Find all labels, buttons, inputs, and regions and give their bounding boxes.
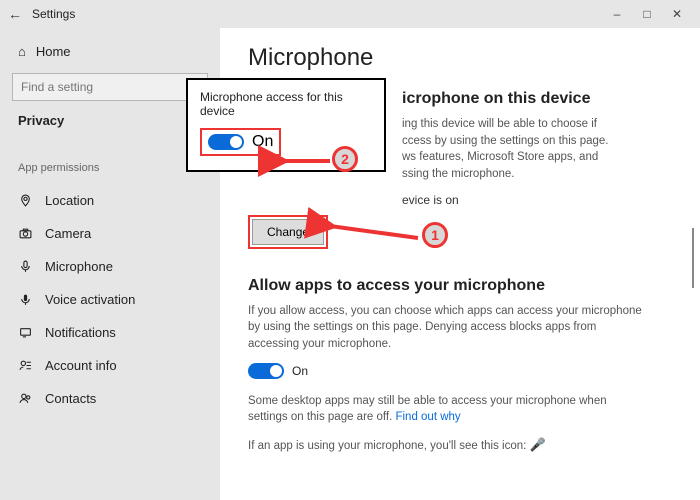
camera-icon [18, 227, 33, 240]
sidebar-item-label: Account info [45, 358, 117, 373]
annotation-arrow-1 [322, 222, 422, 253]
annotation-step-1: 1 [422, 222, 448, 248]
sidebar-item-label: Voice activation [45, 292, 135, 307]
section2-body: If you allow access, you can choose whic… [248, 303, 648, 353]
device-access-status: evice is on [402, 193, 672, 207]
using-mic-note: If an app is using your microphone, you'… [248, 436, 648, 455]
sidebar-item-notifications[interactable]: Notifications [0, 316, 220, 349]
sidebar-item-label: Contacts [45, 391, 96, 406]
microphone-status-icon: 🎤 [530, 437, 546, 452]
sidebar-item-location[interactable]: Location [0, 184, 220, 217]
sidebar-item-account-info[interactable]: Account info [0, 349, 220, 382]
sidebar-item-voice-activation[interactable]: Voice activation [0, 283, 220, 316]
annotation-step-2: 2 [332, 146, 358, 172]
minimize-button[interactable]: – [602, 7, 632, 21]
sidebar-item-label: Microphone [45, 259, 113, 274]
apps-toggle-row: On [248, 363, 672, 379]
maximize-button[interactable]: □ [632, 7, 662, 21]
account-icon [18, 359, 33, 372]
notifications-icon [18, 326, 33, 339]
window-title: Settings [32, 7, 75, 21]
search-input[interactable] [12, 73, 208, 101]
contacts-icon [18, 392, 33, 405]
sidebar-item-label: Notifications [45, 325, 116, 340]
popup-label: Microphone access for this device [200, 90, 372, 118]
search-box[interactable] [12, 73, 208, 101]
device-access-toggle[interactable] [208, 134, 244, 150]
sidebar-home[interactable]: ⌂ Home [0, 36, 220, 67]
scrollbar[interactable] [692, 228, 694, 288]
sidebar-item-label: Camera [45, 226, 91, 241]
close-button[interactable]: ✕ [662, 7, 692, 21]
apps-toggle[interactable] [248, 363, 284, 379]
voice-icon [18, 293, 33, 306]
sidebar-item-label: Location [45, 193, 94, 208]
sidebar-item-microphone[interactable]: Microphone [0, 250, 220, 283]
location-icon [18, 194, 33, 207]
home-label: Home [36, 44, 71, 59]
sidebar-item-camera[interactable]: Camera [0, 217, 220, 250]
section2-heading: Allow apps to access your microphone [248, 277, 672, 295]
section1-heading: icrophone on this device [402, 90, 672, 108]
home-icon: ⌂ [18, 44, 26, 59]
apps-toggle-label: On [292, 364, 308, 378]
popup-toggle-highlight: On [200, 128, 281, 156]
change-button[interactable]: Change [252, 219, 324, 245]
page-title: Microphone [248, 44, 672, 72]
find-out-why-link[interactable]: Find out why [395, 411, 460, 423]
sidebar-item-contacts[interactable]: Contacts [0, 382, 220, 415]
microphone-icon [18, 260, 33, 273]
annotation-arrow-2 [276, 152, 334, 175]
back-icon[interactable]: ← [8, 6, 28, 22]
device-access-toggle-label: On [252, 133, 273, 151]
titlebar: ← Settings – □ ✕ [0, 0, 700, 28]
change-highlight: Change [248, 215, 328, 249]
section1-body: ing this device will be able to choose i… [402, 116, 672, 183]
desktop-apps-note: Some desktop apps may still be able to a… [248, 393, 648, 426]
